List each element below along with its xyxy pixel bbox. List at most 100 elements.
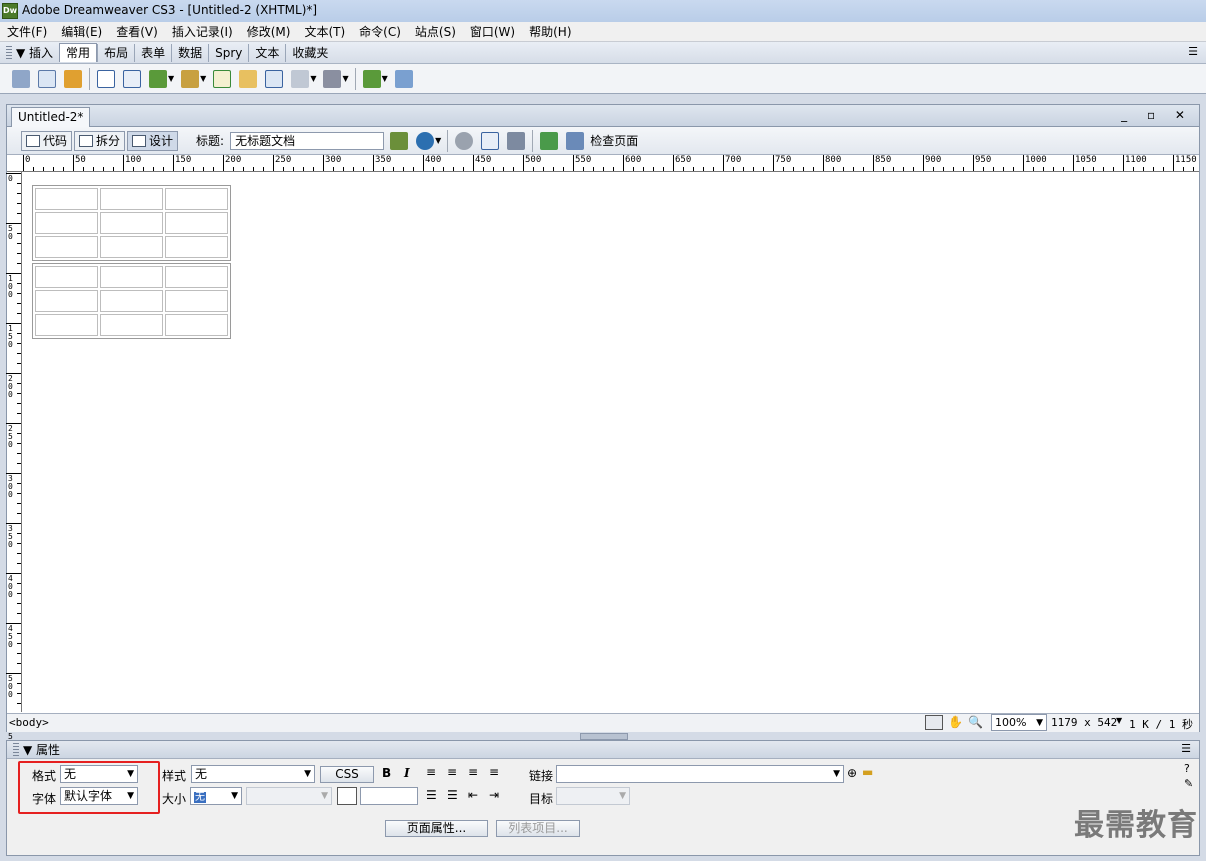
split-view-button[interactable]: 拆分 — [74, 130, 126, 151]
chevron-down-icon[interactable]: ▼ — [382, 74, 388, 83]
options-menu-icon[interactable]: ☰ — [1181, 742, 1191, 755]
named-anchor-icon[interactable] — [64, 69, 82, 88]
properties-header[interactable]: ▼ 属性 ☰ — [7, 741, 1199, 759]
table-cell[interactable] — [35, 314, 98, 336]
tab-data[interactable]: 数据 — [171, 43, 208, 62]
chevron-down-icon[interactable]: ▼ — [342, 74, 348, 83]
check-page-icon[interactable] — [566, 131, 585, 150]
table-cell[interactable] — [35, 236, 98, 258]
menu-help[interactable]: 帮助(H) — [522, 22, 578, 42]
link-input[interactable]: ▼ — [556, 765, 844, 783]
grip-icon[interactable] — [13, 742, 19, 757]
tab-layout[interactable]: 布局 — [97, 43, 134, 62]
table-cell[interactable] — [100, 188, 163, 210]
view-options-icon[interactable] — [481, 131, 500, 150]
properties-title[interactable]: ▼ 属性 — [23, 741, 60, 758]
table-cell[interactable] — [100, 314, 163, 336]
chevron-down-icon[interactable]: ▼ — [435, 136, 441, 145]
chevron-down-icon[interactable]: ▼ — [200, 74, 206, 83]
check-page-button[interactable]: 检查页面 — [590, 132, 638, 149]
chevron-down-icon[interactable]: ▼ — [168, 74, 174, 83]
code-view-button[interactable]: 代码 — [21, 130, 73, 151]
tab-common[interactable]: 常用 — [59, 43, 98, 62]
chevron-down-icon[interactable]: ▼ — [1116, 716, 1122, 725]
file-management-icon[interactable] — [390, 131, 409, 150]
css-button[interactable]: CSS — [320, 766, 374, 783]
document-tab[interactable]: Untitled-2* — [11, 107, 91, 127]
date-icon[interactable] — [213, 69, 232, 88]
tab-favorites[interactable]: 收藏夹 — [285, 43, 334, 62]
italic-icon[interactable]: I — [404, 766, 410, 780]
menu-file[interactable]: 文件(F) — [0, 22, 54, 42]
tag-chooser-icon[interactable] — [323, 69, 342, 88]
window-controls[interactable]: _ ▫ ✕ — [1121, 108, 1193, 122]
table-cell[interactable] — [100, 290, 163, 312]
hyperlink-icon[interactable] — [12, 69, 30, 88]
window-size[interactable]: 1179 x 542 — [1051, 716, 1117, 729]
design-view-button[interactable]: 设计 — [127, 130, 179, 151]
email-link-icon[interactable] — [38, 69, 56, 88]
table-icon[interactable] — [97, 69, 115, 88]
color-picker[interactable] — [337, 787, 357, 805]
folder-icon[interactable]: ▬ — [862, 765, 873, 779]
table-cell[interactable] — [35, 212, 98, 234]
table-cell[interactable] — [100, 212, 163, 234]
align-center-icon[interactable]: ≡ — [447, 765, 457, 779]
point-to-file-icon[interactable]: ⊕ — [847, 766, 857, 780]
table-cell[interactable] — [100, 236, 163, 258]
style-select[interactable]: 无 ▼ — [191, 765, 315, 783]
zoom-select[interactable]: 100% ▼ — [991, 714, 1047, 731]
table-cell[interactable] — [165, 314, 228, 336]
table-cell[interactable] — [165, 188, 228, 210]
zoom-tool-icon[interactable]: 🔍 — [968, 715, 983, 729]
help-icon[interactable]: ? — [1184, 762, 1190, 775]
hand-tool-icon[interactable]: ✋ — [948, 715, 963, 729]
title-input[interactable] — [230, 131, 385, 150]
table-cell[interactable] — [165, 236, 228, 258]
insert-bar-label[interactable]: ▼ 插入 — [16, 44, 53, 61]
table[interactable] — [32, 263, 231, 339]
refresh-icon[interactable] — [455, 131, 474, 150]
table-cell[interactable] — [165, 266, 228, 288]
tab-text[interactable]: 文本 — [248, 43, 285, 62]
quick-tag-editor-icon[interactable]: ✎ — [1184, 777, 1193, 790]
bold-icon[interactable]: B — [382, 766, 391, 780]
media-icon[interactable] — [181, 69, 200, 88]
panel-collapse-handle[interactable] — [580, 733, 628, 740]
outdent-icon[interactable]: ⇤ — [468, 788, 478, 802]
tab-spry[interactable]: Spry — [208, 43, 248, 62]
color-input[interactable] — [360, 787, 418, 805]
table-cell[interactable] — [35, 188, 98, 210]
comment-icon[interactable] — [239, 69, 258, 88]
design-canvas[interactable] — [23, 173, 1199, 712]
script-icon[interactable] — [265, 69, 284, 88]
tag-icon[interactable] — [394, 69, 413, 88]
align-left-icon[interactable]: ≡ — [426, 765, 436, 779]
menu-edit[interactable]: 编辑(E) — [54, 22, 109, 42]
page-properties-button[interactable]: 页面属性... — [385, 820, 488, 837]
table[interactable] — [32, 185, 231, 261]
options-menu-icon[interactable]: ☰ — [1188, 45, 1198, 58]
menu-commands[interactable]: 命令(C) — [352, 22, 408, 42]
menu-view[interactable]: 查看(V) — [109, 22, 165, 42]
validate-icon[interactable] — [540, 131, 559, 150]
menu-modify[interactable]: 修改(M) — [240, 22, 298, 42]
tag-selector[interactable]: <body> — [9, 716, 49, 729]
menu-insert-record[interactable]: 插入记录(I) — [165, 22, 240, 42]
size-select[interactable]: 无 ▼ — [190, 787, 242, 805]
template-icon[interactable] — [362, 69, 381, 88]
menu-window[interactable]: 窗口(W) — [463, 22, 522, 42]
visual-aids-icon[interactable] — [507, 131, 526, 150]
image-icon[interactable] — [149, 69, 167, 88]
table-cell[interactable] — [35, 266, 98, 288]
table-cell[interactable] — [100, 266, 163, 288]
justify-icon[interactable]: ≡ — [489, 765, 499, 779]
preview-browser-icon[interactable] — [416, 131, 435, 150]
unordered-list-icon[interactable]: ☰ — [426, 788, 437, 802]
indent-icon[interactable]: ⇥ — [489, 788, 499, 802]
tab-forms[interactable]: 表单 — [134, 43, 171, 62]
align-right-icon[interactable]: ≡ — [468, 765, 478, 779]
chevron-down-icon[interactable]: ▼ — [310, 74, 316, 83]
table-cell[interactable] — [165, 212, 228, 234]
menu-text[interactable]: 文本(T) — [297, 22, 352, 42]
